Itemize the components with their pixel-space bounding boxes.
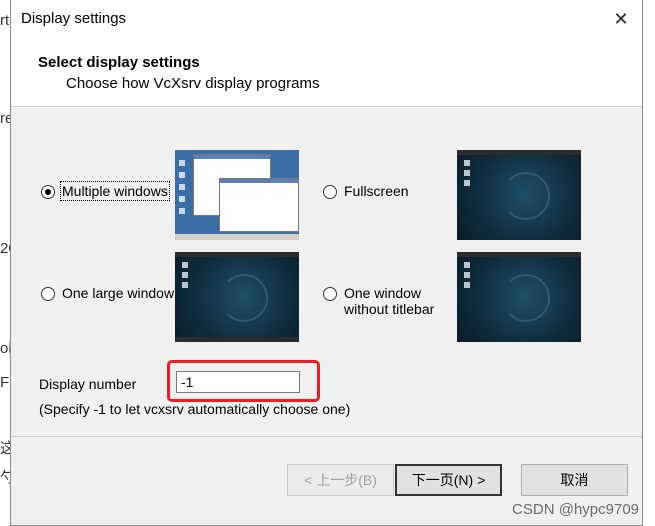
radio-one-window-no-titlebar[interactable]: One window without titlebar [323, 285, 434, 317]
cancel-button[interactable]: 取消 [521, 464, 628, 496]
close-icon: ✕ [613, 8, 629, 29]
desktop-icon [182, 272, 188, 278]
next-button[interactable]: 下一页(N) > [395, 464, 502, 496]
desktop-icon [464, 272, 470, 278]
desktop-icon [182, 262, 188, 268]
desktop-icon [179, 196, 185, 202]
bg-fragment: rt [0, 12, 10, 29]
close-button[interactable]: ✕ [606, 4, 636, 34]
display-settings-dialog: Display settings ✕ Select display settin… [10, 0, 643, 526]
preview-taskbar [175, 234, 299, 240]
wizard-header: Select display settings Choose how VcXsr… [11, 38, 642, 107]
display-number-hint: (Specify -1 to let vcxsrv automatically … [39, 401, 351, 417]
radio-label: One window without titlebar [344, 285, 434, 317]
desktop-icon [464, 180, 470, 186]
radio-button[interactable] [41, 185, 55, 199]
back-button[interactable]: < 上一步(B) [287, 464, 394, 496]
preview-bottom-panel [175, 337, 299, 342]
preview-top-panel [175, 252, 299, 257]
display-number-label: Display number [39, 376, 137, 392]
radio-label-line2: without titlebar [344, 301, 435, 317]
desktop-swirl [502, 274, 550, 322]
preview-top-panel [457, 252, 581, 257]
display-number-input[interactable] [176, 371, 300, 393]
bg-fragment: F [0, 374, 10, 391]
preview-multiple-windows [175, 150, 299, 240]
desktop-icon [179, 160, 185, 166]
desktop-icon [179, 184, 185, 190]
window-title: Display settings [21, 10, 127, 27]
desktop-icon [464, 170, 470, 176]
preview-top-panel [457, 150, 581, 155]
radio-button[interactable] [323, 287, 337, 301]
page-title: Select display settings [38, 54, 200, 71]
desktop-icon [182, 282, 188, 288]
radio-multiple-windows[interactable]: Multiple windows [41, 181, 170, 201]
desktop-icon [464, 160, 470, 166]
radio-fullscreen[interactable]: Fullscreen [323, 183, 409, 199]
watermark: CSDN @hypc9709 [512, 501, 639, 518]
desktop-icon [179, 172, 185, 178]
separator [11, 436, 642, 437]
preview-window-titlebar [194, 155, 270, 159]
radio-one-large-window[interactable]: One large window [41, 285, 174, 301]
radio-label: Fullscreen [344, 183, 409, 199]
desktop-icon [464, 282, 470, 288]
desktop-swirl [220, 274, 268, 322]
preview-window [219, 178, 299, 232]
radio-label-line1: One window [344, 285, 422, 301]
desktop-icon [464, 262, 470, 268]
title-bar: Display settings ✕ [11, 0, 642, 38]
preview-one-large-window [175, 252, 299, 342]
desktop-icon [179, 208, 185, 214]
preview-one-window-no-titlebar [457, 252, 581, 342]
radio-button[interactable] [323, 185, 337, 199]
radio-label: One large window [62, 285, 175, 301]
preview-window-titlebar [220, 179, 298, 183]
page-subtitle: Choose how VcXsrv display programs [66, 75, 320, 92]
radio-button[interactable] [41, 287, 55, 301]
desktop-swirl [502, 172, 550, 220]
preview-fullscreen [457, 150, 581, 240]
radio-label: Multiple windows [60, 181, 170, 201]
